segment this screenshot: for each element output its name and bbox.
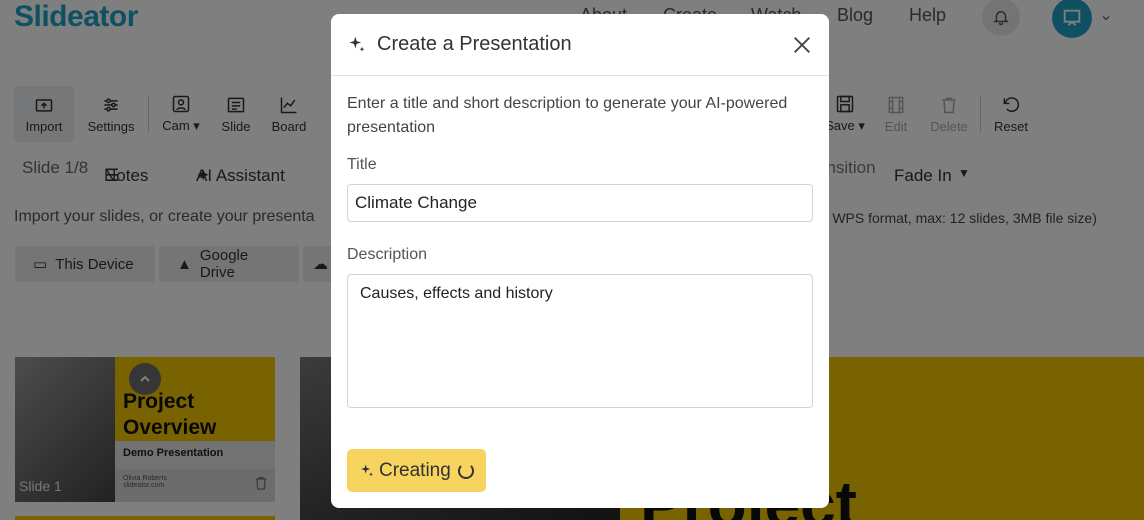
creating-label: Creating (379, 459, 451, 481)
description-label: Description (347, 246, 428, 263)
title-input[interactable] (347, 184, 813, 222)
modal-title: Create a Presentation (377, 33, 572, 55)
creating-button[interactable]: Creating (347, 449, 486, 492)
modal-body: Enter a title and short description to g… (331, 76, 829, 429)
close-icon[interactable] (789, 32, 815, 58)
title-label: Title (347, 156, 377, 173)
create-presentation-modal: Create a Presentation Enter a title and … (331, 14, 829, 508)
sparkle-icon (361, 463, 373, 476)
description-textarea[interactable]: Causes, effects and history (347, 274, 813, 408)
modal-intro: Enter a title and short description to g… (347, 95, 788, 136)
sparkle-icon (349, 36, 365, 52)
spinner-icon (457, 462, 474, 479)
modal-header: Create a Presentation (331, 14, 829, 76)
